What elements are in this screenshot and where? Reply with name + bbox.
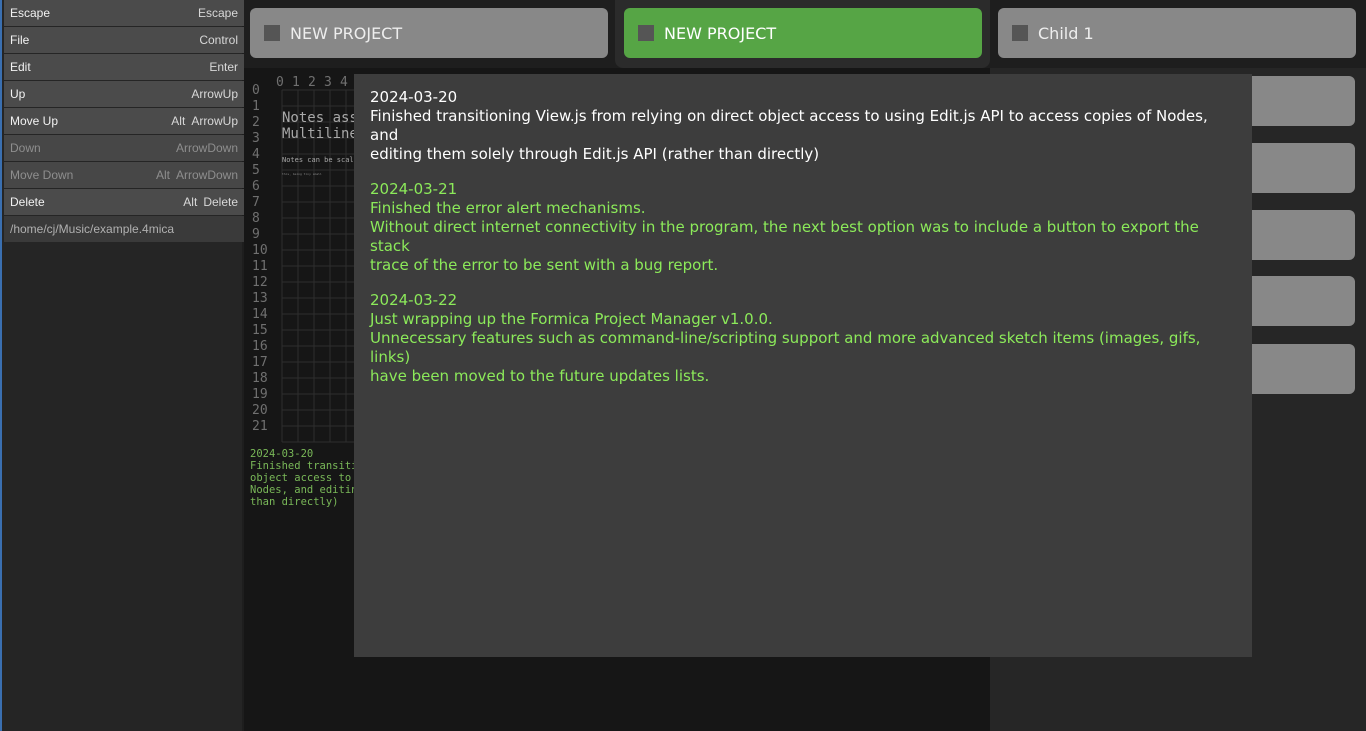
command-shortcut: ArrowDown bbox=[176, 141, 238, 155]
grid-row-number: 10 bbox=[252, 243, 268, 258]
grid-row-number: 16 bbox=[252, 339, 268, 354]
note-text-line: Notes ass bbox=[282, 110, 358, 126]
shortcut-key: Control bbox=[199, 33, 238, 47]
log-line: object access to bbox=[250, 472, 358, 484]
command-label: Down bbox=[10, 141, 41, 155]
command-shortcut: Alt ArrowUp bbox=[171, 114, 238, 128]
command-label: Up bbox=[10, 87, 26, 101]
command-label: Delete bbox=[10, 195, 45, 209]
command-label: Move Up bbox=[10, 114, 59, 128]
command-shortcut: Control bbox=[199, 33, 238, 47]
command-move-up[interactable]: Move Up Alt ArrowUp bbox=[4, 108, 244, 134]
entry-date: 2024-03-21 bbox=[370, 180, 458, 198]
shortcut-key: Alt bbox=[171, 114, 186, 128]
shortcut-key: Alt bbox=[183, 195, 198, 209]
command-file[interactable]: File Control bbox=[4, 27, 244, 53]
entry-line: Finished the error alert mechanisms. bbox=[370, 199, 646, 217]
tab-label: NEW PROJECT bbox=[290, 23, 403, 43]
changelog-entry: 2024-03-22 Just wrapping up the Formica … bbox=[370, 291, 1236, 386]
shortcut-key: ArrowUp bbox=[191, 114, 238, 128]
grid-column-number: 0 bbox=[276, 75, 284, 90]
entry-line: have been moved to the future updates li… bbox=[370, 367, 710, 385]
log-line: Finished transiti bbox=[250, 460, 358, 472]
grid-row-number: 8 bbox=[252, 211, 260, 226]
tab-label: Child 1 bbox=[1038, 23, 1094, 43]
command-up[interactable]: Up ArrowUp bbox=[4, 81, 244, 107]
command-label: File bbox=[10, 33, 30, 47]
grid-row-number: 12 bbox=[252, 275, 268, 290]
grid-row-number: 5 bbox=[252, 163, 260, 178]
changelog-entry: 2024-03-20 Finished transitioning View.j… bbox=[370, 88, 1236, 164]
command-shortcut: Alt ArrowDown bbox=[156, 168, 238, 182]
tab-checkbox[interactable] bbox=[1012, 25, 1028, 41]
grid-row-number: 7 bbox=[252, 195, 260, 210]
grid-row-number: 4 bbox=[252, 147, 260, 162]
grid-column-number: 4 bbox=[340, 75, 348, 90]
shortcut-key: Alt bbox=[155, 168, 170, 182]
entry-line: Without direct internet connectivity in … bbox=[370, 218, 1199, 255]
entry-line: Finished transitioning View.js from rely… bbox=[370, 107, 1208, 144]
command-label: Move Down bbox=[10, 168, 74, 182]
shortcut-key: ArrowDown bbox=[175, 168, 238, 182]
grid-row-number: 2 bbox=[252, 115, 260, 130]
command-sidebar: Escape Escape File Control Edit Enter Up… bbox=[0, 0, 244, 731]
grid-row-number: 20 bbox=[252, 403, 268, 418]
command-delete[interactable]: Delete Alt Delete bbox=[4, 189, 244, 215]
grid-column-number: 1 bbox=[292, 75, 300, 90]
grid-row-number: 0 bbox=[252, 83, 260, 98]
tab-checkbox[interactable] bbox=[264, 25, 280, 41]
command-move-down[interactable]: Move Down Alt ArrowDown bbox=[4, 162, 244, 188]
grid-row-number: 18 bbox=[252, 371, 268, 386]
entry-date: 2024-03-22 bbox=[370, 291, 458, 309]
grid-row-number: 15 bbox=[252, 323, 268, 338]
command-shortcut: Alt Delete bbox=[183, 195, 238, 209]
command-shortcut: Escape bbox=[198, 6, 238, 20]
changelog-entry: 2024-03-21 Finished the error alert mech… bbox=[370, 180, 1236, 275]
entry-line: Unnecessary features such as command-lin… bbox=[370, 329, 1201, 366]
command-shortcut: Enter bbox=[209, 60, 238, 74]
command-down[interactable]: Down ArrowDown bbox=[4, 135, 244, 161]
entry-line: editing them solely through Edit.js API … bbox=[370, 145, 820, 163]
changelog-modal[interactable]: 2024-03-20 Finished transitioning View.j… bbox=[354, 74, 1252, 657]
grid-row-number: 21 bbox=[252, 419, 268, 434]
grid-row-number: 19 bbox=[252, 387, 268, 402]
tab-checkbox[interactable] bbox=[638, 25, 654, 41]
grid-column-number: 2 bbox=[308, 75, 316, 90]
grid-row-number: 17 bbox=[252, 355, 268, 370]
tab-new-project-2[interactable]: NEW PROJECT bbox=[624, 8, 982, 58]
command-edit[interactable]: Edit Enter bbox=[4, 54, 244, 80]
entry-line: Just wrapping up the Formica Project Man… bbox=[370, 310, 773, 328]
grid-row-number: 11 bbox=[252, 259, 268, 274]
tab-child-1[interactable]: Child 1 bbox=[998, 8, 1356, 58]
log-line: than directly) bbox=[250, 496, 339, 508]
shortcut-key: ArrowDown bbox=[175, 141, 238, 155]
grid-column-number: 3 bbox=[324, 75, 332, 90]
note-text-line: Multiline bbox=[282, 126, 358, 142]
shortcut-key: ArrowUp bbox=[191, 87, 238, 101]
small-note-text: Notes can be scale bbox=[282, 156, 358, 164]
grid-row-number: 1 bbox=[252, 99, 260, 114]
tiny-note-text: this, being tiny small bbox=[282, 172, 322, 176]
command-shortcut: ArrowUp bbox=[191, 87, 238, 101]
entry-line: trace of the error to be sent with a bug… bbox=[370, 256, 719, 274]
background-log-text: 2024-03-20 Finished transiti object acce… bbox=[250, 448, 364, 508]
shortcut-key: Delete bbox=[203, 195, 238, 209]
command-label: Edit bbox=[10, 60, 31, 74]
file-path-field[interactable]: /home/cj/Music/example.4mica bbox=[4, 216, 244, 242]
command-label: Escape bbox=[10, 6, 51, 20]
grid-row-number: 13 bbox=[252, 291, 268, 306]
grid-row-number: 3 bbox=[252, 131, 260, 146]
tab-label: NEW PROJECT bbox=[664, 23, 777, 43]
grid-row-number: 14 bbox=[252, 307, 268, 322]
shortcut-key: Enter bbox=[209, 60, 238, 74]
command-escape[interactable]: Escape Escape bbox=[4, 0, 244, 26]
entry-date: 2024-03-20 bbox=[370, 88, 458, 106]
grid-row-number: 6 bbox=[252, 179, 260, 194]
log-line: Nodes, and editing bbox=[250, 484, 364, 496]
tab-new-project-1[interactable]: NEW PROJECT bbox=[250, 8, 608, 58]
shortcut-key: Escape bbox=[197, 6, 238, 20]
grid-row-number: 9 bbox=[252, 227, 260, 242]
log-line: 2024-03-20 bbox=[250, 448, 314, 460]
